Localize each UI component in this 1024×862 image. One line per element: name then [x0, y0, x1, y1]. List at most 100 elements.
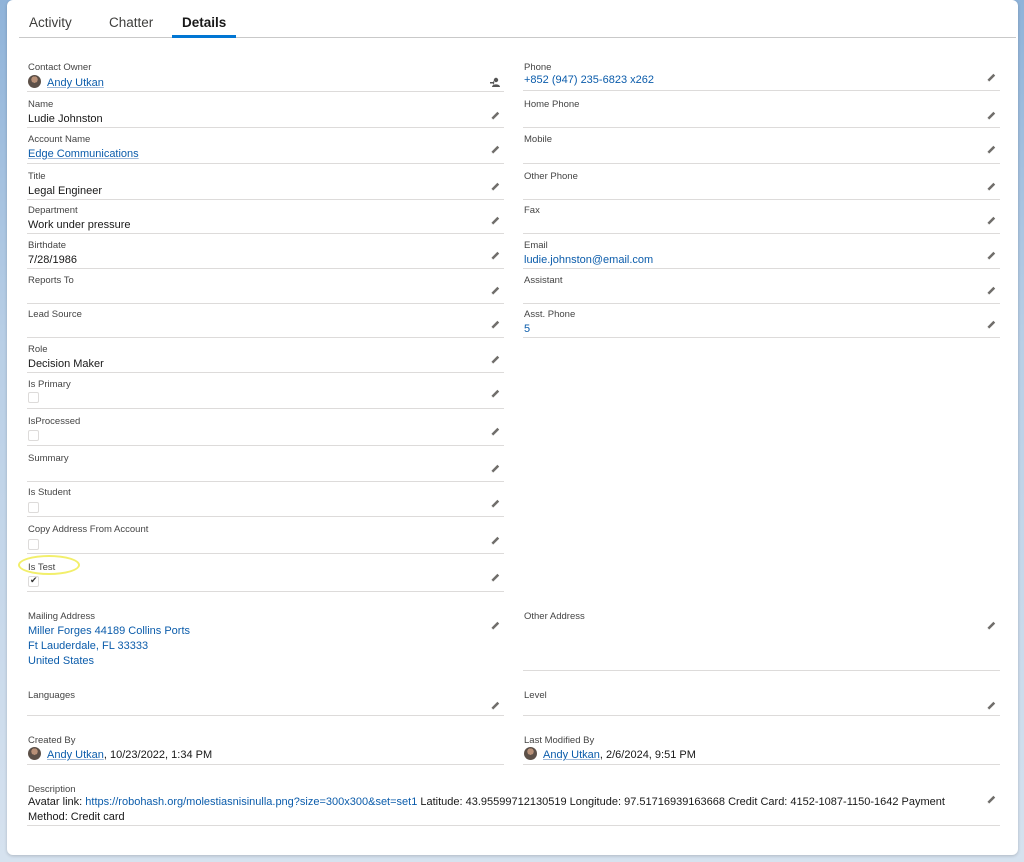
annotation-highlight-ellipse — [18, 555, 80, 575]
modified-by-value: Andy Utkan, 2/6/2024, 9:51 PM — [524, 747, 696, 761]
field-value: Work under pressure — [28, 219, 131, 231]
field-reports-to: Reports To — [27, 269, 504, 304]
field-mailing-address: Mailing Address Miller Forges 44189 Coll… — [27, 605, 504, 672]
field-other-phone: Other Phone — [523, 165, 1000, 200]
field-label: Last Modified By — [524, 735, 595, 746]
tab-bar: Activity Chatter Details — [19, 0, 1016, 38]
pencil-icon[interactable] — [489, 426, 501, 438]
phone-link[interactable]: +852 (947) 235-6823 x262 — [524, 74, 654, 86]
field-is-primary: Is Primary — [27, 373, 504, 409]
field-value: 7/28/1986 — [28, 254, 77, 266]
contact-owner-link[interactable]: Andy Utkan — [47, 77, 104, 89]
is-test-checkbox[interactable] — [28, 575, 39, 587]
mailing-address-link[interactable]: Miller Forges 44189 Collins Ports Ft Lau… — [28, 624, 190, 669]
change-owner-icon[interactable] — [489, 76, 501, 88]
pencil-icon[interactable] — [985, 144, 997, 156]
pencil-icon[interactable] — [489, 144, 501, 156]
pencil-icon[interactable] — [489, 572, 501, 584]
pencil-icon[interactable] — [985, 620, 997, 632]
field-label: Mobile — [524, 134, 552, 145]
pencil-icon[interactable] — [985, 215, 997, 227]
field-label: Account Name — [28, 134, 91, 145]
field-label: Fax — [524, 205, 540, 216]
field-value: Ludie Johnston — [28, 113, 103, 125]
field-label: Copy Address From Account — [28, 524, 149, 535]
email-link[interactable]: ludie.johnston@email.com — [524, 254, 653, 266]
field-label: Created By — [28, 735, 76, 746]
pencil-icon[interactable] — [489, 388, 501, 400]
field-label: Summary — [28, 453, 69, 464]
is-processed-checkbox[interactable] — [28, 430, 39, 441]
field-value: Legal Engineer — [28, 185, 103, 197]
pencil-icon[interactable] — [985, 700, 997, 712]
field-mobile: Mobile — [523, 128, 1000, 164]
mailing-line-3: United States — [28, 655, 95, 667]
field-contact-owner: Contact Owner Andy Utkan — [27, 56, 504, 92]
field-summary: Summary — [27, 447, 504, 482]
field-department: Department Work under pressure — [27, 199, 504, 234]
is-primary-checkbox[interactable] — [28, 392, 39, 403]
field-email: Email ludie.johnston@email.com — [523, 234, 1000, 269]
pencil-icon[interactable] — [489, 620, 501, 632]
field-other-address: Other Address — [523, 605, 1000, 671]
field-home-phone: Home Phone — [523, 93, 1000, 128]
field-description: Description Avatar link: https://robohas… — [27, 778, 1000, 826]
tab-details[interactable]: Details — [172, 0, 237, 38]
field-asst-phone: Asst. Phone 5 — [523, 303, 1000, 338]
pencil-icon[interactable] — [489, 700, 501, 712]
avatar-url-link[interactable]: https://robohash.org/molestiasnisinulla.… — [85, 796, 417, 808]
pencil-icon[interactable] — [489, 354, 501, 366]
pencil-icon[interactable] — [489, 285, 501, 297]
field-account-name: Account Name Edge Communications — [27, 128, 504, 164]
pencil-icon[interactable] — [489, 498, 501, 510]
field-label: Lead Source — [28, 309, 82, 320]
pencil-icon[interactable] — [985, 250, 997, 262]
pencil-icon[interactable] — [985, 794, 997, 806]
asst-phone-link[interactable]: 5 — [524, 323, 530, 335]
field-label: Birthdate — [28, 240, 67, 251]
pencil-icon[interactable] — [985, 285, 997, 297]
pencil-icon[interactable] — [985, 319, 997, 331]
pencil-icon[interactable] — [489, 215, 501, 227]
user-avatar — [28, 75, 41, 88]
created-date: , 10/23/2022, 1:34 PM — [103, 749, 213, 761]
field-is-test: Is Test — [27, 556, 504, 592]
field-birthdate: Birthdate 7/28/1986 — [27, 234, 504, 269]
contact-owner-value: Andy Utkan — [28, 75, 104, 89]
pencil-icon[interactable] — [489, 250, 501, 262]
field-label: Reports To — [28, 275, 74, 286]
field-label: Home Phone — [524, 99, 580, 110]
field-label: Email — [524, 240, 548, 251]
field-assistant: Assistant — [523, 269, 1000, 304]
field-label: Phone — [524, 62, 552, 73]
field-label: Name — [28, 99, 54, 110]
field-label: Description — [28, 784, 76, 795]
pencil-icon[interactable] — [489, 110, 501, 122]
tab-activity[interactable]: Activity — [19, 0, 82, 38]
pencil-icon[interactable] — [985, 181, 997, 193]
field-label: Asst. Phone — [524, 309, 576, 320]
modified-by-user-link[interactable]: Andy Utkan — [543, 749, 600, 761]
pencil-icon[interactable] — [985, 110, 997, 122]
pencil-icon[interactable] — [489, 181, 501, 193]
desc-prefix: Avatar link: — [28, 796, 86, 808]
copy-address-checkbox[interactable] — [28, 539, 39, 550]
tab-chatter[interactable]: Chatter — [99, 0, 163, 38]
field-level: Level — [523, 684, 1000, 716]
field-is-processed: IsProcessed — [27, 410, 504, 446]
created-by-user-link[interactable]: Andy Utkan — [47, 749, 104, 761]
pencil-icon[interactable] — [489, 319, 501, 331]
is-student-checkbox[interactable] — [28, 502, 39, 513]
account-name-link[interactable]: Edge Communications — [28, 148, 139, 160]
pencil-icon[interactable] — [985, 72, 997, 84]
user-avatar — [524, 747, 537, 760]
pencil-icon[interactable] — [489, 535, 501, 547]
field-label: Is Student — [28, 487, 71, 498]
field-label: Contact Owner — [28, 62, 92, 73]
created-by-value: Andy Utkan, 10/23/2022, 1:34 PM — [28, 747, 212, 761]
field-label: IsProcessed — [28, 416, 81, 427]
field-copy-address: Copy Address From Account — [27, 518, 504, 554]
field-role: Role Decision Maker — [27, 338, 504, 373]
pencil-icon[interactable] — [489, 463, 501, 475]
field-lead-source: Lead Source — [27, 303, 504, 338]
